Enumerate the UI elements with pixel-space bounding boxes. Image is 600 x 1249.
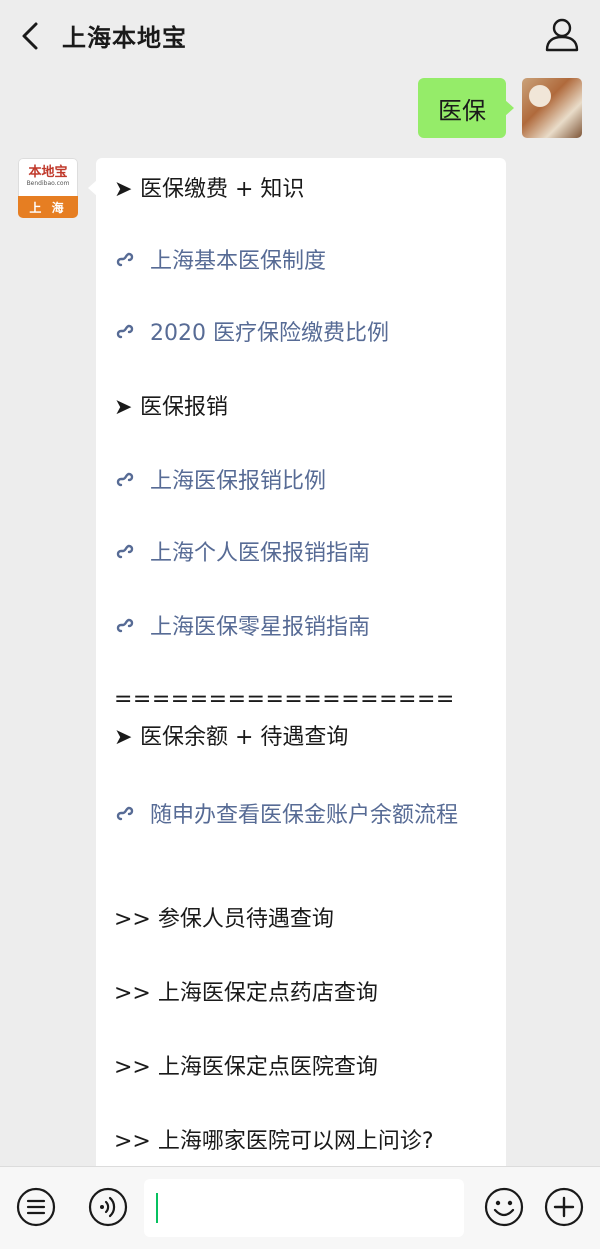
arrow-icon: ➤ <box>114 177 133 202</box>
mini-program-icon <box>116 252 134 267</box>
my-avatar[interactable] <box>522 78 582 138</box>
bot-logo: 本地宝 Bendibao.com <box>18 158 78 196</box>
chat-title: 上海本地宝 <box>62 24 187 52</box>
mini-program-icon <box>116 324 134 339</box>
emoji-icon[interactable] <box>484 1187 524 1227</box>
section-heading: ➤ 医保余额 + 待遇查询 <box>114 720 492 756</box>
arrow-icon: ➤ <box>114 395 133 420</box>
list-menu-icon[interactable] <box>16 1187 56 1227</box>
message-input[interactable] <box>144 1179 464 1237</box>
bot-logo-city: 上 海 <box>18 196 78 218</box>
person-icon[interactable] <box>542 14 582 54</box>
mini-program-icon <box>116 544 134 559</box>
link-item[interactable]: 2020 医疗保险缴费比例 <box>114 316 492 352</box>
top-bar: 上海本地宝 <box>0 0 600 72</box>
my-message-row: 医保 <box>418 78 582 138</box>
mini-program-icon <box>116 618 134 633</box>
chevron-left-icon[interactable] <box>14 16 50 56</box>
mini-program-icon <box>116 806 134 821</box>
query-item[interactable]: >> 参保人员待遇查询 <box>114 902 492 938</box>
link-item[interactable]: 随申办查看医保金账户余额流程 <box>114 794 492 838</box>
my-message-text: 医保 <box>438 96 486 125</box>
query-item[interactable]: >> 上海哪家医院可以网上问诊? <box>114 1124 492 1160</box>
arrow-icon: ➤ <box>114 725 133 750</box>
bot-avatar[interactable]: 本地宝 Bendibao.com 上 海 <box>18 158 78 218</box>
bot-message-bubble: ➤ 医保缴费 + 知识 上海基本医保制度 2020 医疗保险缴费比例 ➤ 医保报销 … <box>88 158 506 1178</box>
voice-icon[interactable] <box>88 1187 128 1227</box>
bot-logo-subtext: Bendibao.com <box>26 180 70 187</box>
link-item[interactable]: 上海个人医保报销指南 <box>114 536 492 572</box>
section-heading: ➤ 医保缴费 + 知识 <box>114 172 492 208</box>
link-item[interactable]: 上海医保报销比例 <box>114 464 492 500</box>
bot-logo-text: 本地宝 <box>28 165 68 180</box>
plus-icon[interactable] <box>544 1187 584 1227</box>
query-item[interactable]: >> 上海医保定点药店查询 <box>114 976 492 1012</box>
my-message-bubble[interactable]: 医保 <box>418 78 514 138</box>
section-heading: ➤ 医保报销 <box>114 390 492 426</box>
separator: ================== <box>114 687 455 712</box>
input-bar <box>0 1166 600 1249</box>
text-caret <box>156 1193 158 1223</box>
query-item[interactable]: >> 上海医保定点医院查询 <box>114 1050 492 1086</box>
link-item[interactable]: 上海基本医保制度 <box>114 244 492 280</box>
link-item[interactable]: 上海医保零星报销指南 <box>114 610 492 646</box>
mini-program-icon <box>116 472 134 487</box>
